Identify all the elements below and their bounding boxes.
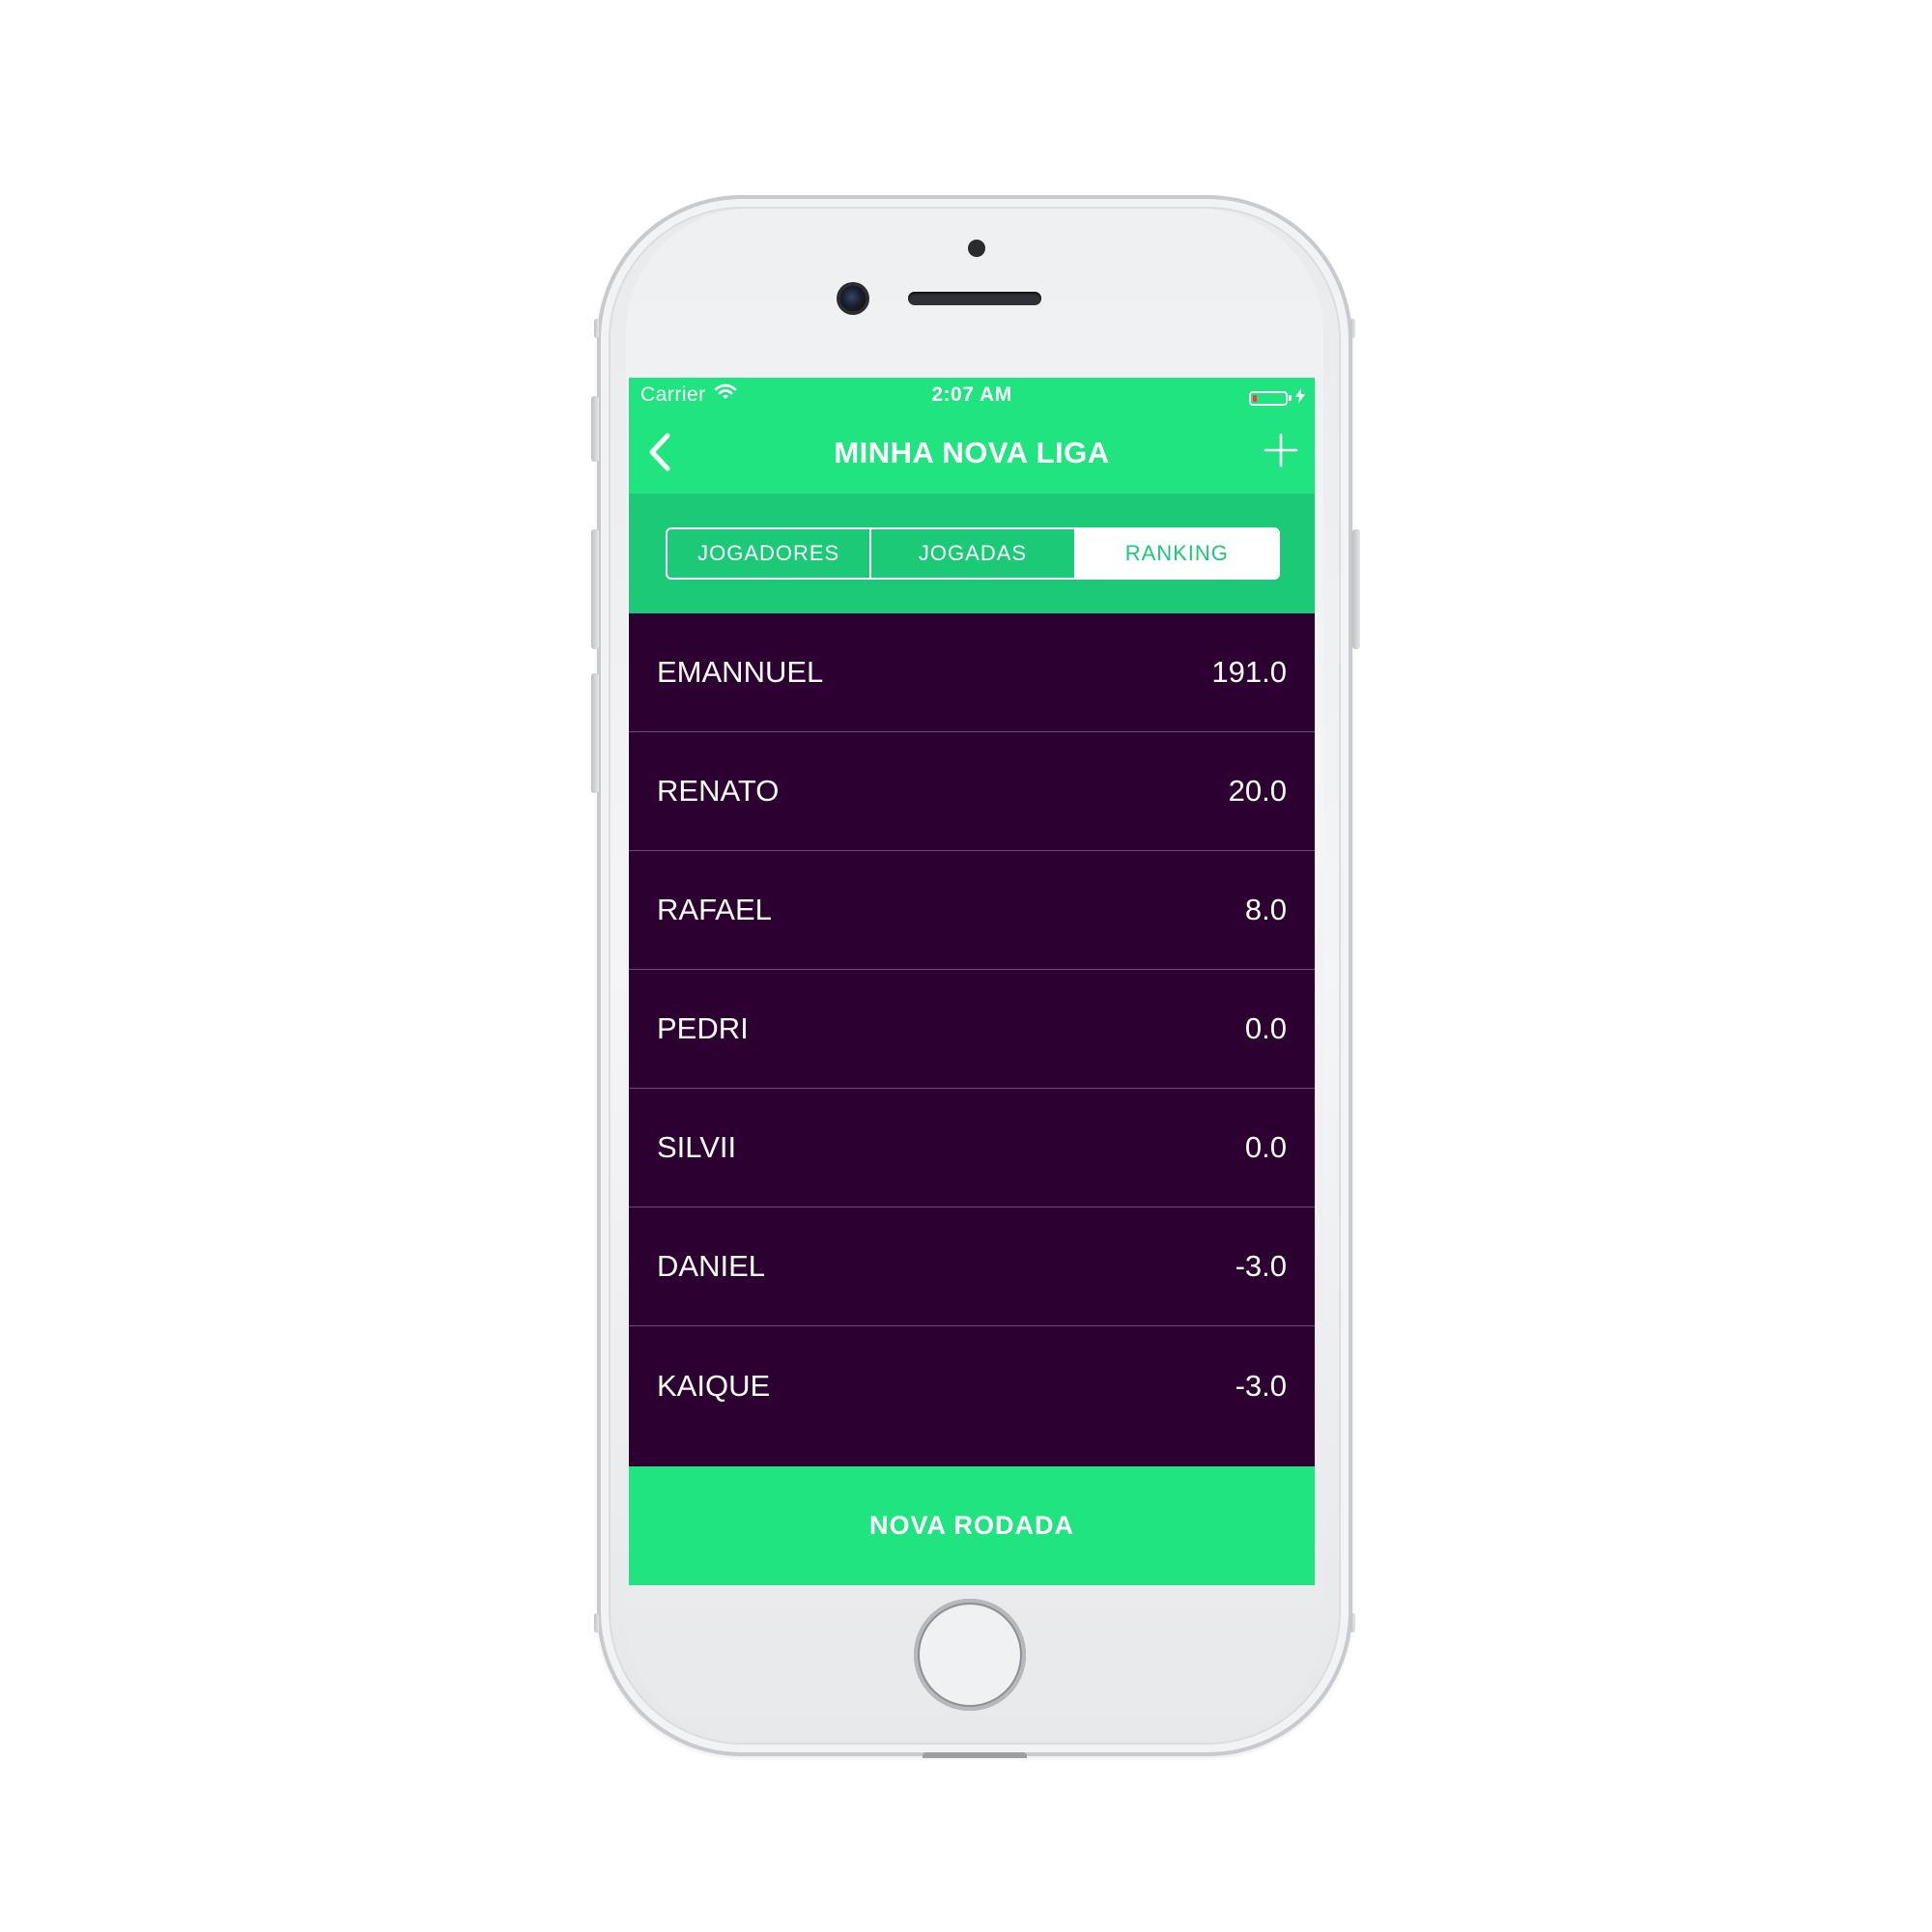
player-name: SILVII <box>657 1130 737 1164</box>
mute-switch <box>591 396 599 462</box>
earpiece-speaker <box>908 292 1041 305</box>
player-name: EMANNUEL <box>657 655 824 689</box>
antenna-line-left-top <box>594 319 599 338</box>
list-item[interactable]: PEDRI 0.0 <box>629 970 1315 1089</box>
proximity-sensor <box>968 240 985 257</box>
status-bar: Carrier 2:07 AM <box>629 378 1315 414</box>
tab-jogadas[interactable]: JOGADAS <box>869 529 1073 578</box>
player-name: DANIEL <box>657 1249 765 1283</box>
player-score: 20.0 <box>1228 774 1287 808</box>
page-title: MINHA NOVA LIGA <box>834 436 1110 469</box>
navigation-bar: MINHA NOVA LIGA <box>629 414 1315 494</box>
volume-down-button <box>591 673 599 793</box>
front-camera-icon <box>839 285 867 312</box>
power-button <box>1352 529 1360 649</box>
battery-level <box>1253 394 1257 402</box>
player-score: 8.0 <box>1244 893 1287 926</box>
player-name: RAFAEL <box>657 893 772 926</box>
player-score: 0.0 <box>1244 1130 1287 1164</box>
antenna-line-right-bottom <box>1350 1613 1355 1633</box>
home-button[interactable] <box>914 1599 1026 1711</box>
segment-area: JOGADORES JOGADAS RANKING <box>629 494 1315 613</box>
tab-jogadores[interactable]: JOGADORES <box>668 529 869 578</box>
status-time: 2:07 AM <box>931 384 1012 406</box>
player-name: RENATO <box>657 774 780 808</box>
list-item[interactable]: DANIEL -3.0 <box>629 1208 1315 1326</box>
nova-rodada-button[interactable]: NOVA RODADA <box>629 1466 1315 1585</box>
page: Carrier 2:07 AM MINHA NOVA LIGA JOGADORE… <box>0 0 1932 1932</box>
tab-ranking[interactable]: RANKING <box>1073 529 1278 578</box>
player-score: 191.0 <box>1211 655 1287 689</box>
volume-up-button <box>591 529 599 649</box>
ranking-list: EMANNUEL 191.0 RENATO 20.0 RAFAEL 8.0 PE… <box>629 613 1315 1445</box>
list-item[interactable]: RENATO 20.0 <box>629 732 1315 851</box>
lightning-icon <box>1295 386 1305 410</box>
player-name: KAIQUE <box>657 1368 771 1403</box>
battery-low-icon <box>1249 390 1288 406</box>
list-item[interactable]: EMANNUEL 191.0 <box>629 613 1315 732</box>
antenna-line-right-top <box>1350 319 1355 338</box>
segmented-control: JOGADORES JOGADAS RANKING <box>666 527 1280 580</box>
player-score: -3.0 <box>1235 1368 1287 1403</box>
player-score: -3.0 <box>1235 1249 1287 1283</box>
battery-tip <box>1289 395 1292 401</box>
player-name: PEDRI <box>657 1011 749 1045</box>
list-item[interactable]: SILVII 0.0 <box>629 1089 1315 1208</box>
player-score: 0.0 <box>1244 1011 1287 1045</box>
antenna-line-left-bottom <box>594 1613 599 1633</box>
battery-group <box>1249 386 1305 410</box>
add-button[interactable] <box>1259 430 1303 474</box>
bottom-slot <box>923 1752 1027 1758</box>
list-item[interactable]: RAFAEL 8.0 <box>629 851 1315 970</box>
plus-icon <box>1264 433 1298 472</box>
app-screen: Carrier 2:07 AM MINHA NOVA LIGA JOGADORE… <box>629 378 1315 1585</box>
list-item[interactable]: KAIQUE -3.0 <box>629 1326 1315 1445</box>
